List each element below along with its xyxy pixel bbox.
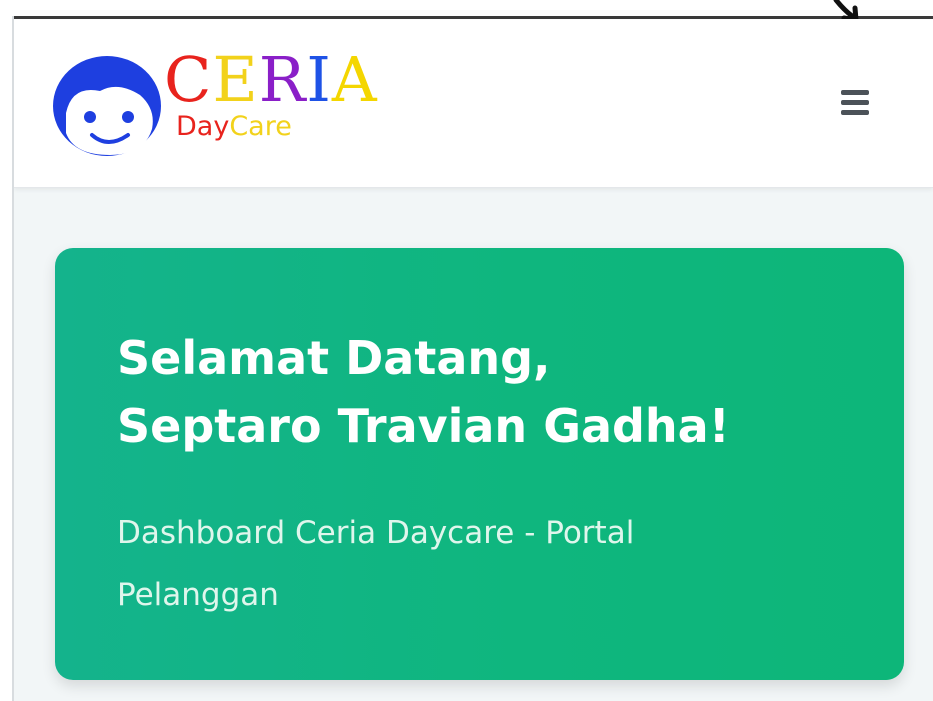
brand-logo[interactable]: CERIA DayCare — [52, 45, 412, 160]
smiley-face-logo-icon — [53, 56, 161, 156]
welcome-subtitle: Dashboard Ceria Daycare - Portal Pelangg… — [117, 502, 817, 626]
welcome-banner: Selamat Datang, Septaro Travian Gadha! D… — [55, 248, 904, 680]
brand-letter: R — [258, 43, 307, 116]
top-navbar: CERIA DayCare — [14, 19, 933, 188]
welcome-greeting: Selamat Datang, — [117, 331, 551, 385]
brand-wordmark: CERIA — [164, 45, 378, 115]
welcome-subtitle-line: Pelanggan — [117, 577, 279, 613]
hamburger-icon — [841, 90, 869, 95]
hamburger-icon-bar — [841, 100, 869, 105]
hamburger-menu-button[interactable] — [832, 81, 878, 123]
brand-subtitle-day: Day — [176, 111, 230, 142]
brand-subtitle-care: Care — [229, 111, 292, 142]
screenshot-frame: CERIA DayCare Selamat Datang, Septaro Tr… — [0, 0, 933, 701]
brand-letter: I — [306, 43, 332, 116]
page-viewport: CERIA DayCare Selamat Datang, Septaro Tr… — [14, 19, 933, 701]
hamburger-icon-bar — [841, 110, 869, 115]
brand-subtitle: DayCare — [176, 109, 292, 145]
welcome-subtitle-line: Dashboard Ceria Daycare - Portal — [117, 515, 635, 551]
brand-letter: C — [164, 43, 213, 116]
welcome-user-name: Septaro Travian Gadha! — [117, 399, 730, 453]
welcome-heading: Selamat Datang, Septaro Travian Gadha! — [117, 324, 877, 460]
brand-letter: E — [212, 43, 259, 116]
brand-letter: A — [331, 43, 378, 116]
